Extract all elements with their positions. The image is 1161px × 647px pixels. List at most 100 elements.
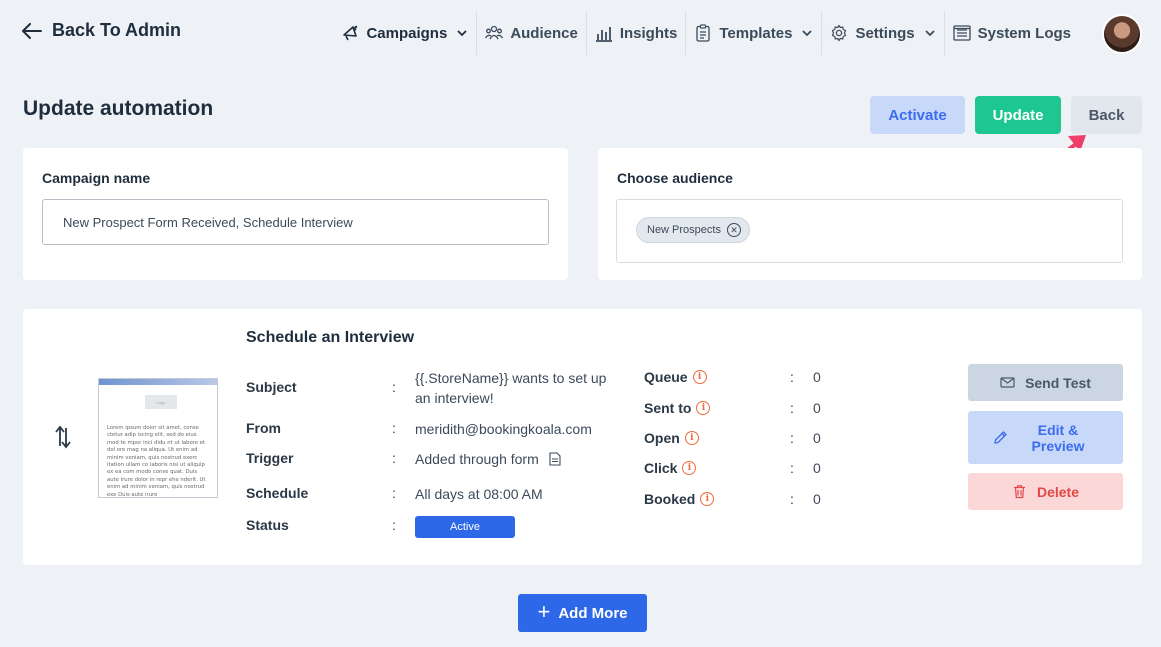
stat-sent-to-label: Sent to xyxy=(644,400,692,416)
nav-settings-label: Settings xyxy=(855,24,915,42)
stat-sent-to: Sent to i xyxy=(644,400,711,416)
colon: : xyxy=(790,491,794,507)
colon: : xyxy=(790,369,794,385)
trigger-label: Trigger xyxy=(246,450,294,466)
email-template-thumbnail[interactable]: Logo Lorem ipsum dolor sit amet, conse c… xyxy=(98,378,218,498)
subject-label: Subject xyxy=(246,379,297,395)
back-to-admin-link[interactable]: Back To Admin xyxy=(22,20,181,41)
thumbnail-logo-area: Logo xyxy=(103,385,213,423)
status-badge: Active xyxy=(415,516,515,538)
colon: : xyxy=(392,379,396,395)
audience-select[interactable]: New Prospects ✕ xyxy=(616,199,1123,263)
choose-audience-label: Choose audience xyxy=(617,170,733,186)
trigger-value: Added through form xyxy=(415,451,539,467)
stat-booked-value: 0 xyxy=(813,491,821,507)
pencil-icon xyxy=(994,431,1007,444)
clipboard-icon xyxy=(696,24,710,42)
back-to-admin-label: Back To Admin xyxy=(52,20,182,40)
add-more-button[interactable]: + Add More xyxy=(518,594,647,632)
edit-preview-label: Edit & Preview xyxy=(1031,421,1085,454)
edit-preview-button[interactable]: Edit & Preview xyxy=(968,411,1123,464)
nav-templates[interactable]: Templates xyxy=(685,11,821,55)
nav-system-logs-label: System Logs xyxy=(977,24,1071,42)
info-icon[interactable]: i xyxy=(696,401,711,415)
arrow-left-icon xyxy=(22,22,42,39)
colon: : xyxy=(790,400,794,416)
main-nav: Campaigns Audience Insights Templates Se… xyxy=(333,11,1079,55)
thumbnail-logo: Logo xyxy=(145,395,177,409)
bar-chart-icon xyxy=(595,27,612,42)
activate-button[interactable]: Activate xyxy=(870,96,965,134)
colon: : xyxy=(392,450,396,466)
nav-insights[interactable]: Insights xyxy=(585,11,686,55)
info-icon[interactable]: i xyxy=(700,492,715,506)
subject-value: {{.StoreName}} wants to set up an interv… xyxy=(415,370,607,406)
colon: : xyxy=(790,430,794,446)
colon: : xyxy=(392,517,396,533)
stat-click: Click i xyxy=(644,460,697,476)
delete-button[interactable]: Delete xyxy=(968,473,1123,510)
chevron-down-icon xyxy=(457,30,467,37)
page-title: Update automation xyxy=(23,97,214,120)
audience-chip: New Prospects ✕ xyxy=(636,217,750,243)
schedule-label: Schedule xyxy=(246,485,309,501)
send-test-button[interactable]: Send Test xyxy=(968,364,1123,401)
send-test-label: Send Test xyxy=(1025,374,1091,391)
choose-audience-card: Choose audience New Prospects ✕ xyxy=(598,148,1142,280)
stat-open: Open i xyxy=(644,430,699,446)
colon: : xyxy=(392,420,396,436)
gear-icon xyxy=(832,24,847,42)
trigger-value-row: Added through form xyxy=(415,449,561,469)
chevron-down-icon xyxy=(924,30,935,37)
colon: : xyxy=(392,485,396,501)
stat-click-value: 0 xyxy=(813,460,821,476)
stat-queue-value: 0 xyxy=(813,369,821,385)
colon: : xyxy=(790,460,794,476)
info-icon[interactable]: i xyxy=(692,370,707,384)
stat-booked-label: Booked xyxy=(644,491,696,507)
stat-open-label: Open xyxy=(644,430,680,446)
campaign-name-label: Campaign name xyxy=(42,170,151,186)
nav-settings[interactable]: Settings xyxy=(821,11,943,55)
add-more-label: Add More xyxy=(558,604,628,622)
step-title: Schedule an Interview xyxy=(246,329,415,346)
top-navigation: Back To Admin Campaigns Audience Insight… xyxy=(0,0,1161,66)
envelope-icon xyxy=(1000,377,1015,388)
reorder-arrows-icon[interactable] xyxy=(53,425,73,449)
nav-system-logs[interactable]: System Logs xyxy=(943,11,1079,55)
stat-queue: Queue i xyxy=(644,369,707,385)
users-icon xyxy=(485,25,504,40)
stat-booked: Booked i xyxy=(644,491,715,507)
megaphone-icon xyxy=(343,25,358,41)
campaign-name-card: Campaign name New Prospect Form Received… xyxy=(23,148,568,280)
campaign-name-value: New Prospect Form Received, Schedule Int… xyxy=(63,214,353,230)
chevron-down-icon xyxy=(802,30,813,37)
audience-chip-label: New Prospects xyxy=(647,224,721,236)
thumbnail-body-text: Lorem ipsum dolor sit amet, conse ctetur… xyxy=(107,425,206,498)
from-value: meridith@bookingkoala.com xyxy=(415,421,592,437)
plus-icon: + xyxy=(537,599,551,624)
nav-audience[interactable]: Audience xyxy=(476,11,586,55)
stat-queue-label: Queue xyxy=(644,369,688,385)
list-icon xyxy=(952,25,971,41)
nav-insights-label: Insights xyxy=(619,24,678,42)
delete-label: Delete xyxy=(1036,483,1080,500)
nav-audience-label: Audience xyxy=(510,24,578,42)
nav-campaigns-label: Campaigns xyxy=(366,24,448,42)
info-icon[interactable]: i xyxy=(682,461,697,475)
schedule-value: All days at 08:00 AM xyxy=(415,486,543,502)
stat-click-label: Click xyxy=(644,460,678,476)
user-avatar[interactable] xyxy=(1102,14,1142,54)
remove-chip-icon[interactable]: ✕ xyxy=(726,223,741,237)
form-document-icon[interactable] xyxy=(549,452,561,466)
nav-templates-label: Templates xyxy=(719,24,793,42)
info-icon[interactable]: i xyxy=(684,431,699,445)
automation-step-card: Logo Lorem ipsum dolor sit amet, conse c… xyxy=(23,309,1142,565)
campaign-name-input[interactable]: New Prospect Form Received, Schedule Int… xyxy=(42,199,549,245)
status-label: Status xyxy=(246,517,289,533)
trash-icon xyxy=(1013,485,1025,499)
stat-sent-to-value: 0 xyxy=(813,400,821,416)
nav-campaigns[interactable]: Campaigns xyxy=(333,11,476,55)
stat-open-value: 0 xyxy=(813,430,821,446)
from-label: From xyxy=(246,420,281,436)
